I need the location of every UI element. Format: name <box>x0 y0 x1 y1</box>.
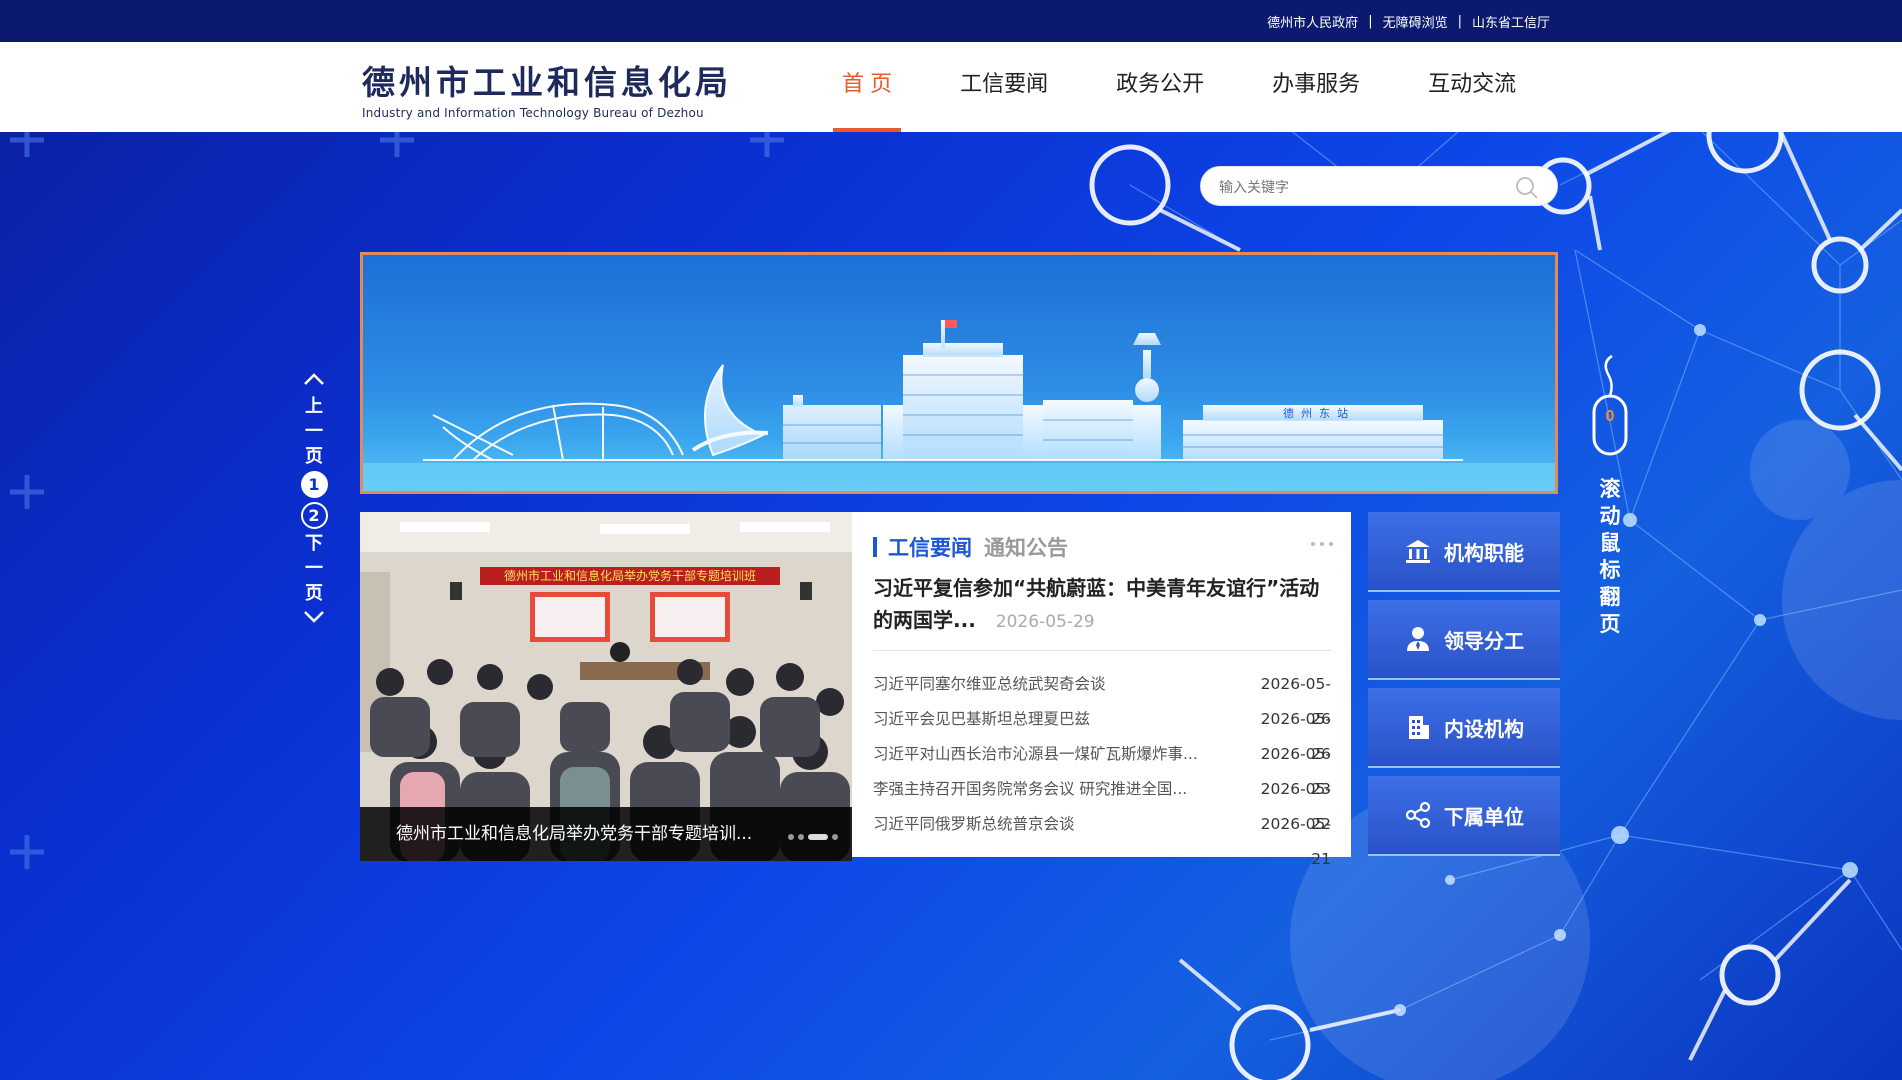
news-item-title: 习近平同俄罗斯总统普京会谈 <box>873 815 1075 833</box>
chevron-up-icon[interactable] <box>303 372 325 386</box>
header: 德州市工业和信息化局 Industry and Information Tech… <box>0 42 1902 132</box>
prev-page-char[interactable]: 页 <box>305 444 323 469</box>
photo-banner-text: 德州市工业和信息化局举办党务干部专题培训班 <box>504 568 756 583</box>
news-item-title: 习近平同塞尔维亚总统武契奇会谈 <box>873 675 1106 693</box>
scroll-hint-text: 滚 动 鼠 标 翻 页 <box>1590 476 1630 638</box>
chevron-down-icon[interactable] <box>303 610 325 624</box>
page-dot-1[interactable]: 1 <box>300 471 328 498</box>
nav-interaction[interactable]: 互动交流 <box>1394 42 1550 132</box>
headline-news[interactable]: 习近平复信参加“共航蔚蓝：中美青年友谊行”活动的两国学... 2026-05-29 <box>873 572 1333 638</box>
building-icon <box>1409 716 1429 739</box>
tab-industry-news[interactable]: 工信要闻 <box>888 532 972 562</box>
mouse-wheel-digit: 0 <box>1606 408 1615 425</box>
main-nav: 首 页 工信要闻 政务公开 办事服务 互动交流 <box>808 42 1550 132</box>
skyline-illustration: 德 州 东 站 <box>363 320 1555 491</box>
quick-link-subordinate-units[interactable]: 下属单位 <box>1368 776 1560 856</box>
prev-page-char[interactable]: 一 <box>305 419 323 444</box>
quick-link-label: 内设机构 <box>1444 716 1524 741</box>
page-switcher: 上 一 页 1 2 下 一 页 <box>296 372 332 624</box>
quick-link-label: 领导分工 <box>1444 628 1524 653</box>
quick-link-label: 下属单位 <box>1444 804 1524 829</box>
scroll-hint-char: 滚 <box>1599 477 1621 501</box>
site-logo[interactable]: 德州市工业和信息化局 Industry and Information Tech… <box>362 56 732 120</box>
scroll-hint-char: 鼠 <box>1599 531 1621 555</box>
news-item[interactable]: 李强主持召开国务院常务会议 研究推进全国... 2026-05-22 <box>873 772 1331 833</box>
carousel-dot[interactable] <box>798 834 804 840</box>
tab-notices[interactable]: 通知公告 <box>984 532 1068 562</box>
news-item-title: 习近平会见巴基斯坦总理夏巴兹 <box>873 710 1091 728</box>
quick-link-functions[interactable]: 机构职能 <box>1368 512 1560 592</box>
news-item-date: 2026-05-23 <box>1260 745 1331 798</box>
news-item-title: 习近平对山西长治市沁源县一煤矿瓦斯爆炸事... <box>873 745 1198 763</box>
news-item-title: 李强主持召开国务院常务会议 研究推进全国... <box>873 780 1188 798</box>
news-list: 习近平同塞尔维亚总统武契奇会谈 2026-05-26 习近平会见巴基斯坦总理夏巴兹… <box>873 667 1331 868</box>
news-item-date: 2026-05-21 <box>1260 815 1331 868</box>
scroll-hint-char: 翻 <box>1599 585 1621 609</box>
news-tabs: 工信要闻 通知公告 <box>873 532 1080 562</box>
prev-page-char[interactable]: 上 <box>305 394 323 419</box>
separator: | <box>1368 14 1373 29</box>
top-links: 德州市人民政府 | 无障碍浏览 | 山东省工信厅 <box>1267 12 1550 31</box>
carousel-dot-active[interactable] <box>808 834 828 840</box>
top-link-province[interactable]: 山东省工信厅 <box>1472 12 1550 31</box>
news-photo-carousel[interactable]: 德州市工业和信息化局举办党务干部专题培训班 德州市工业和信息化局举办党务干部专题… <box>360 512 852 861</box>
search-icon[interactable] <box>1515 176 1539 200</box>
news-item[interactable]: 习近平同塞尔维亚总统武契奇会谈 2026-05-26 <box>873 667 1331 728</box>
top-bar: 德州市人民政府 | 无障碍浏览 | 山东省工信厅 <box>0 0 1902 42</box>
scroll-hint: 0 滚 动 鼠 标 翻 页 <box>1590 352 1630 638</box>
news-item-date: 2026-05-26 <box>1260 710 1331 763</box>
top-link-gov[interactable]: 德州市人民政府 <box>1267 12 1358 31</box>
next-page-char[interactable]: 一 <box>305 556 323 581</box>
news-item[interactable]: 习近平会见巴基斯坦总理夏巴兹 2026-05-26 <box>873 702 1331 763</box>
news-item-date: 2026-05-26 <box>1260 675 1331 728</box>
nav-industry-news[interactable]: 工信要闻 <box>926 42 1082 132</box>
leader-icon <box>1407 627 1429 651</box>
carousel-dot[interactable] <box>832 834 838 840</box>
separator: | <box>1457 14 1462 29</box>
more-icon[interactable] <box>1311 542 1333 546</box>
nav-services[interactable]: 办事服务 <box>1238 42 1394 132</box>
scroll-hint-char: 动 <box>1599 504 1621 528</box>
top-link-accessibility[interactable]: 无障碍浏览 <box>1383 12 1448 31</box>
station-sign: 德 州 东 站 <box>1283 406 1350 420</box>
news-panel: 工信要闻 通知公告 习近平复信参加“共航蔚蓝：中美青年友谊行”活动的两国学...… <box>852 512 1351 868</box>
page-dot-2[interactable]: 2 <box>300 502 328 529</box>
next-page-char[interactable]: 页 <box>305 581 323 606</box>
photo-caption: 德州市工业和信息化局举办党务干部专题培训... <box>360 807 852 861</box>
share-icon <box>1405 801 1431 829</box>
nav-government-affairs[interactable]: 政务公开 <box>1082 42 1238 132</box>
next-page-char[interactable]: 下 <box>305 531 323 556</box>
scroll-hint-char: 标 <box>1599 558 1621 582</box>
search-input[interactable] <box>1219 176 1509 198</box>
quick-link-departments[interactable]: 内设机构 <box>1368 688 1560 768</box>
news-item-date: 2026-05-22 <box>1260 780 1331 833</box>
news-item[interactable]: 习近平同俄罗斯总统普京会谈 2026-05-21 <box>873 807 1331 868</box>
divider <box>873 650 1331 651</box>
carousel-dots <box>788 834 838 840</box>
institution-icon <box>1406 540 1430 563</box>
headline-date: 2026-05-29 <box>995 612 1095 632</box>
scroll-hint-char: 页 <box>1599 612 1621 636</box>
news-item[interactable]: 习近平对山西长治市沁源县一煤矿瓦斯爆炸事... 2026-05-23 <box>873 737 1331 798</box>
nav-home[interactable]: 首 页 <box>808 42 926 132</box>
tab-indicator <box>873 537 877 557</box>
headline-title: 习近平复信参加“共航蔚蓝：中美青年友谊行”活动的两国学... <box>873 576 1320 632</box>
quick-link-leadership[interactable]: 领导分工 <box>1368 600 1560 680</box>
search-box <box>1200 166 1558 206</box>
logo-title: 德州市工业和信息化局 <box>362 63 732 102</box>
quick-links: 机构职能 领导分工 内设机构 下属单位 <box>1368 512 1560 864</box>
mouse-icon: 0 <box>1592 354 1628 456</box>
carousel-dot[interactable] <box>788 834 794 840</box>
quick-link-label: 机构职能 <box>1444 540 1524 565</box>
city-skyline-banner: 德 州 东 站 <box>360 252 1558 494</box>
logo-subtitle: Industry and Information Technology Bure… <box>362 106 704 120</box>
